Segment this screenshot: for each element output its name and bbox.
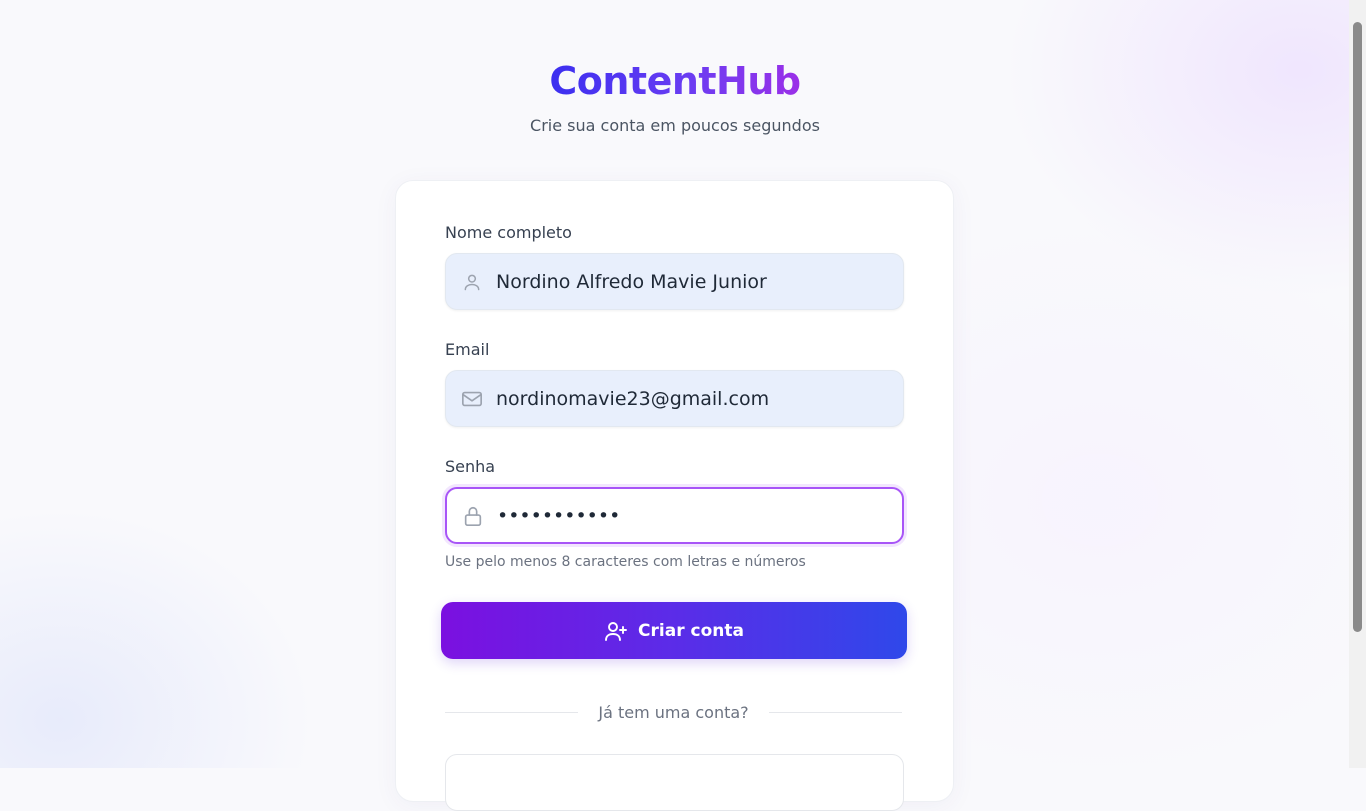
name-label: Nome completo: [445, 223, 572, 242]
email-input-wrapper[interactable]: [445, 370, 904, 427]
password-hint: Use pelo menos 8 caracteres com letras e…: [445, 554, 806, 570]
create-account-button[interactable]: Criar conta: [441, 602, 907, 659]
mail-icon: [461, 388, 483, 410]
scrollbar-thumb[interactable]: [1353, 22, 1362, 632]
divider-line-right: [768, 711, 902, 713]
password-input[interactable]: [497, 504, 902, 527]
password-input-wrapper[interactable]: [445, 487, 904, 544]
email-input[interactable]: [496, 387, 903, 410]
email-field: Email: [445, 339, 904, 427]
scrollbar[interactable]: [1349, 0, 1366, 768]
divider: Já tem uma conta?: [445, 701, 902, 723]
lock-icon: [462, 505, 484, 527]
page-header: ContentHub Crie sua conta em poucos segu…: [0, 58, 1350, 135]
brand-logo: ContentHub: [549, 59, 801, 103]
divider-text: Já tem uma conta?: [598, 702, 749, 722]
password-field: Senha: [445, 456, 904, 544]
name-input-wrapper[interactable]: [445, 253, 904, 310]
password-label: Senha: [445, 457, 496, 476]
user-icon: [461, 271, 483, 293]
divider-line-left: [445, 711, 579, 713]
name-field: Nome completo: [445, 222, 904, 310]
page-subtitle: Crie sua conta em poucos segundos: [530, 116, 820, 135]
email-label: Email: [445, 340, 490, 359]
login-button[interactable]: [445, 754, 904, 811]
user-plus-icon: [604, 619, 628, 643]
signup-card: Nome completo Email Senha: [395, 180, 954, 811]
create-account-label: Criar conta: [638, 620, 744, 641]
name-input[interactable]: [496, 270, 903, 293]
